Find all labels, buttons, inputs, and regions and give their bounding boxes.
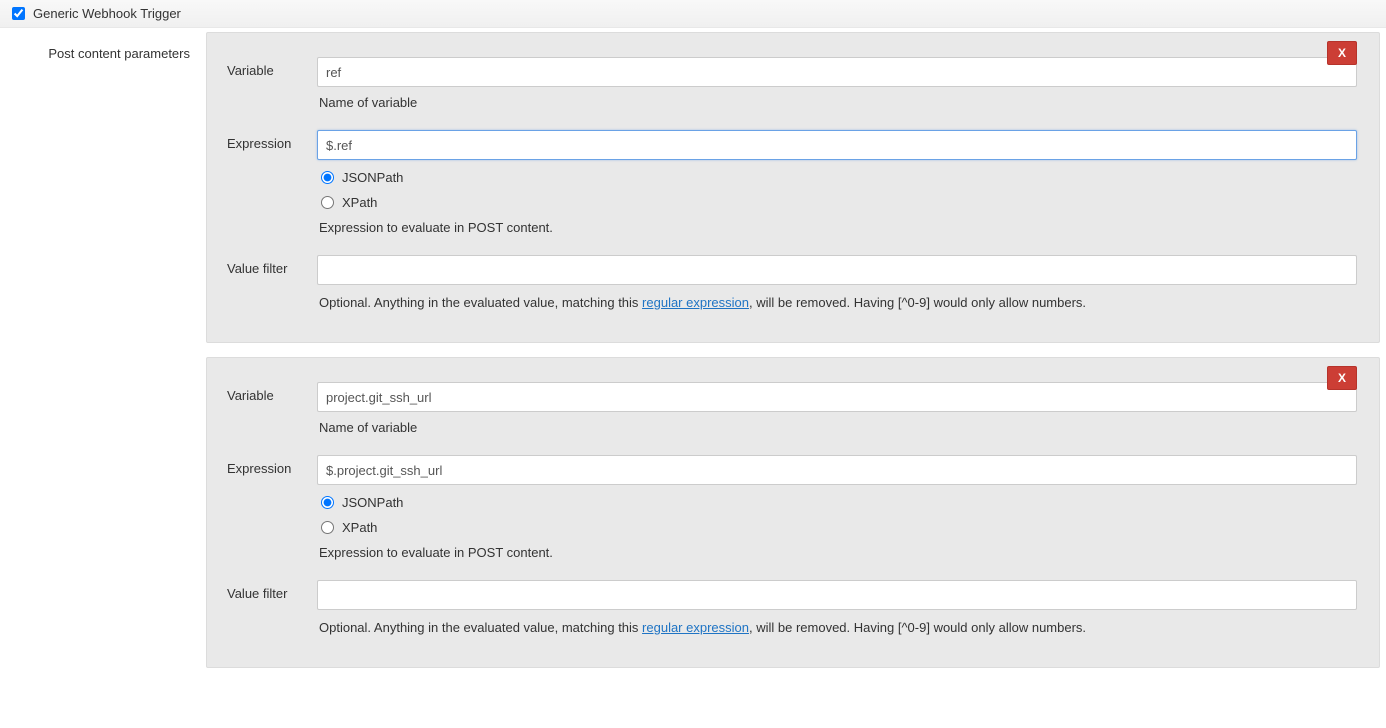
value-filter-input[interactable] <box>317 580 1357 610</box>
expression-input[interactable] <box>317 455 1357 485</box>
regular-expression-link[interactable]: regular expression <box>642 295 749 310</box>
remove-parameter-button[interactable]: X <box>1327 366 1357 390</box>
expression-type-radio-group: JSONPath XPath <box>317 495 1357 535</box>
remove-parameter-button[interactable]: X <box>1327 41 1357 65</box>
value-filter-help-pre: Optional. Anything in the evaluated valu… <box>319 295 642 310</box>
jsonpath-radio-label: JSONPath <box>342 495 403 510</box>
value-filter-help-text: Optional. Anything in the evaluated valu… <box>317 295 1357 310</box>
post-content-parameter-panel: X Variable Name of variable Expression <box>206 357 1380 668</box>
value-filter-label: Value filter <box>221 255 317 276</box>
parameters-panels: X Variable Name of variable Expression <box>206 28 1386 692</box>
xpath-radio[interactable] <box>321 196 334 209</box>
expression-input[interactable] <box>317 130 1357 160</box>
jsonpath-radio[interactable] <box>321 496 334 509</box>
variable-label: Variable <box>221 382 317 403</box>
jsonpath-radio[interactable] <box>321 171 334 184</box>
xpath-radio-label: XPath <box>342 195 377 210</box>
generic-webhook-trigger-label: Generic Webhook Trigger <box>33 6 181 21</box>
value-filter-help-post: , will be removed. Having [^0-9] would o… <box>749 295 1086 310</box>
expression-type-radio-group: JSONPath XPath <box>317 170 1357 210</box>
expression-label: Expression <box>221 455 317 476</box>
xpath-radio[interactable] <box>321 521 334 534</box>
generic-webhook-trigger-checkbox[interactable] <box>12 7 25 20</box>
expression-help-text: Expression to evaluate in POST content. <box>317 220 1357 235</box>
jsonpath-radio-label: JSONPath <box>342 170 403 185</box>
variable-help-text: Name of variable <box>317 420 1357 435</box>
value-filter-help-text: Optional. Anything in the evaluated valu… <box>317 620 1357 635</box>
expression-label: Expression <box>221 130 317 151</box>
value-filter-input[interactable] <box>317 255 1357 285</box>
variable-input[interactable] <box>317 382 1357 412</box>
trigger-header: Generic Webhook Trigger <box>0 0 1386 28</box>
value-filter-label: Value filter <box>221 580 317 601</box>
variable-input[interactable] <box>317 57 1357 87</box>
section-label: Post content parameters <box>0 28 206 79</box>
variable-label: Variable <box>221 57 317 78</box>
post-content-parameter-panel: X Variable Name of variable Expression <box>206 32 1380 343</box>
regular-expression-link[interactable]: regular expression <box>642 620 749 635</box>
expression-help-text: Expression to evaluate in POST content. <box>317 545 1357 560</box>
value-filter-help-post: , will be removed. Having [^0-9] would o… <box>749 620 1086 635</box>
value-filter-help-pre: Optional. Anything in the evaluated valu… <box>319 620 642 635</box>
xpath-radio-label: XPath <box>342 520 377 535</box>
variable-help-text: Name of variable <box>317 95 1357 110</box>
